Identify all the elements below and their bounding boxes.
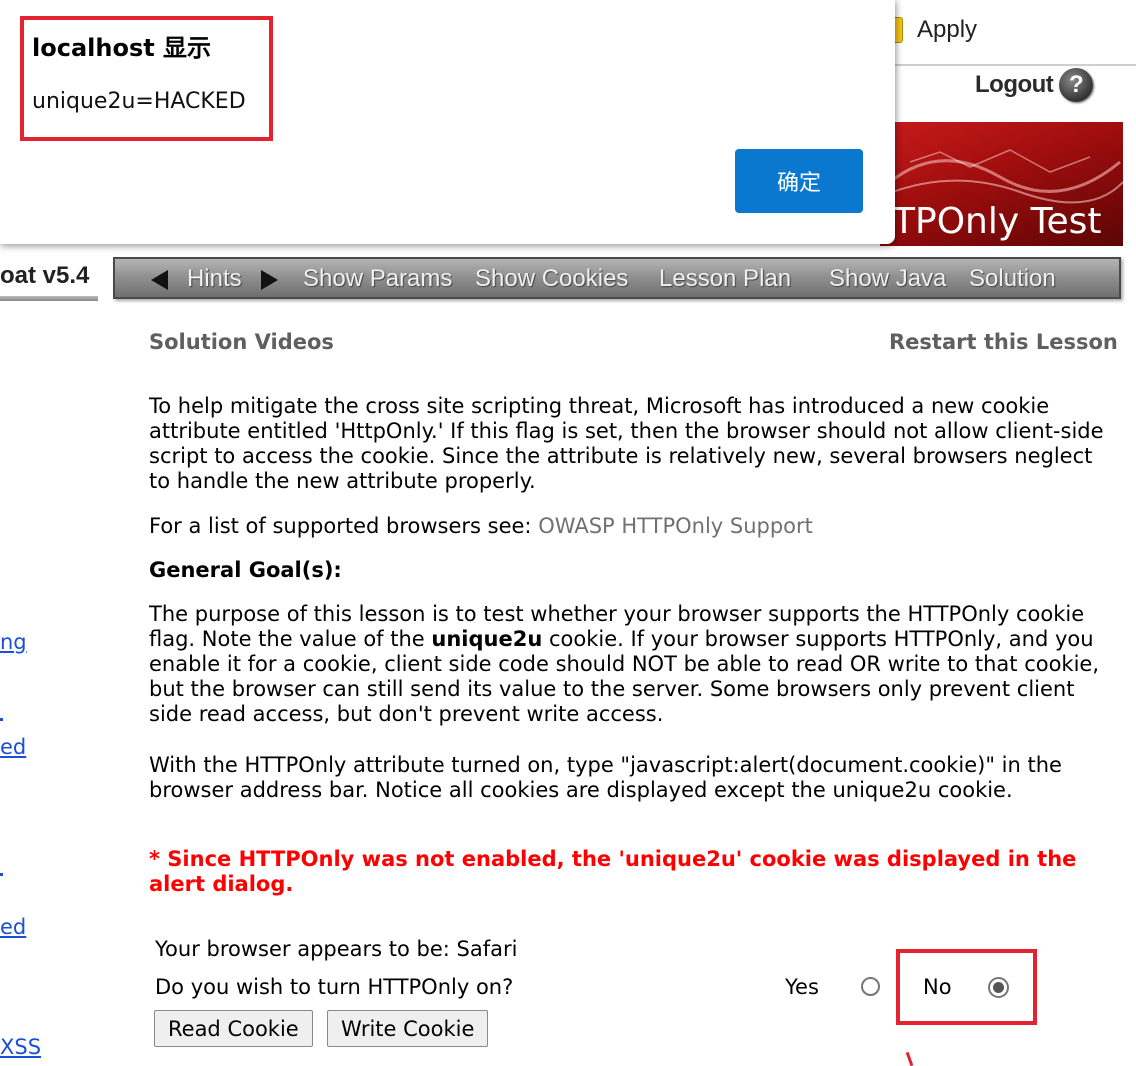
lesson-title: TPOnly Test [893, 201, 1102, 242]
nav-hints[interactable]: Hints [187, 265, 242, 293]
logout-label: Logout [975, 71, 1054, 98]
annotation-highlight-dialog [20, 16, 273, 141]
app-brand: oat v5.4 [0, 262, 90, 289]
intro-paragraph: To help mitigate the cross site scriptin… [149, 394, 1104, 493]
apply-control[interactable]: Apply [890, 14, 977, 46]
httponly-question: Do you wish to turn HTTPOnly on? [155, 975, 514, 999]
owasp-httponly-link[interactable]: OWASP HTTPOnly Support [538, 514, 813, 538]
sidebar-link-fragment[interactable]: ng [0, 630, 27, 654]
next-hint-icon[interactable] [261, 270, 278, 290]
annotation-mark [905, 1051, 914, 1066]
sidebar-link-fragment[interactable]: XSS [0, 1035, 41, 1059]
supported-browsers-text: For a list of supported browsers see: [149, 514, 539, 538]
sidebar-fragment-mark [0, 718, 3, 721]
lesson-navbar: Hints Show Params Show Cookies Lesson Pl… [113, 257, 1121, 299]
alert-dialog: localhost 显示 unique2u=HACKED 确定 [0, 0, 895, 244]
instruction-paragraph: With the HTTPOnly attribute turned on, t… [149, 753, 1062, 802]
cookie-name: unique2u [431, 627, 543, 651]
apply-label: Apply [917, 16, 978, 43]
solution-videos-link[interactable]: Solution Videos [149, 330, 334, 354]
supported-browsers-line: For a list of supported browsers see: OW… [149, 514, 1109, 539]
browser-detected-text: Your browser appears to be: Safari [155, 937, 518, 961]
goal-paragraph: The purpose of this lesson is to test wh… [149, 602, 1109, 727]
write-cookie-button[interactable]: Write Cookie [327, 1010, 489, 1047]
previous-hint-icon[interactable] [151, 270, 168, 290]
nav-show-java[interactable]: Show Java [829, 265, 946, 293]
brand-underline [0, 296, 98, 301]
help-icon[interactable]: ? [1059, 68, 1094, 102]
yes-label: Yes [785, 975, 819, 999]
nav-show-cookies[interactable]: Show Cookies [475, 265, 628, 293]
divider [895, 64, 1136, 66]
sidebar-link-fragment[interactable]: ed [0, 735, 26, 759]
read-cookie-button[interactable]: Read Cookie [154, 1010, 313, 1047]
sidebar-link-fragment[interactable]: ed [0, 915, 26, 939]
logout-link[interactable]: Logout ? [975, 68, 1094, 102]
sidebar-fragment-mark [0, 873, 3, 876]
dialog-ok-button[interactable]: 确定 [735, 149, 863, 213]
yes-radio[interactable] [861, 977, 880, 996]
restart-lesson-link[interactable]: Restart this Lesson [889, 330, 1118, 354]
warning-message: * Since HTTPOnly was not enabled, the 'u… [149, 847, 1077, 896]
nav-lesson-plan[interactable]: Lesson Plan [659, 265, 791, 293]
nav-show-params[interactable]: Show Params [303, 265, 452, 293]
general-goal-heading: General Goal(s): [149, 558, 342, 582]
nav-solution[interactable]: Solution [969, 265, 1056, 293]
annotation-highlight-no [896, 949, 1037, 1025]
